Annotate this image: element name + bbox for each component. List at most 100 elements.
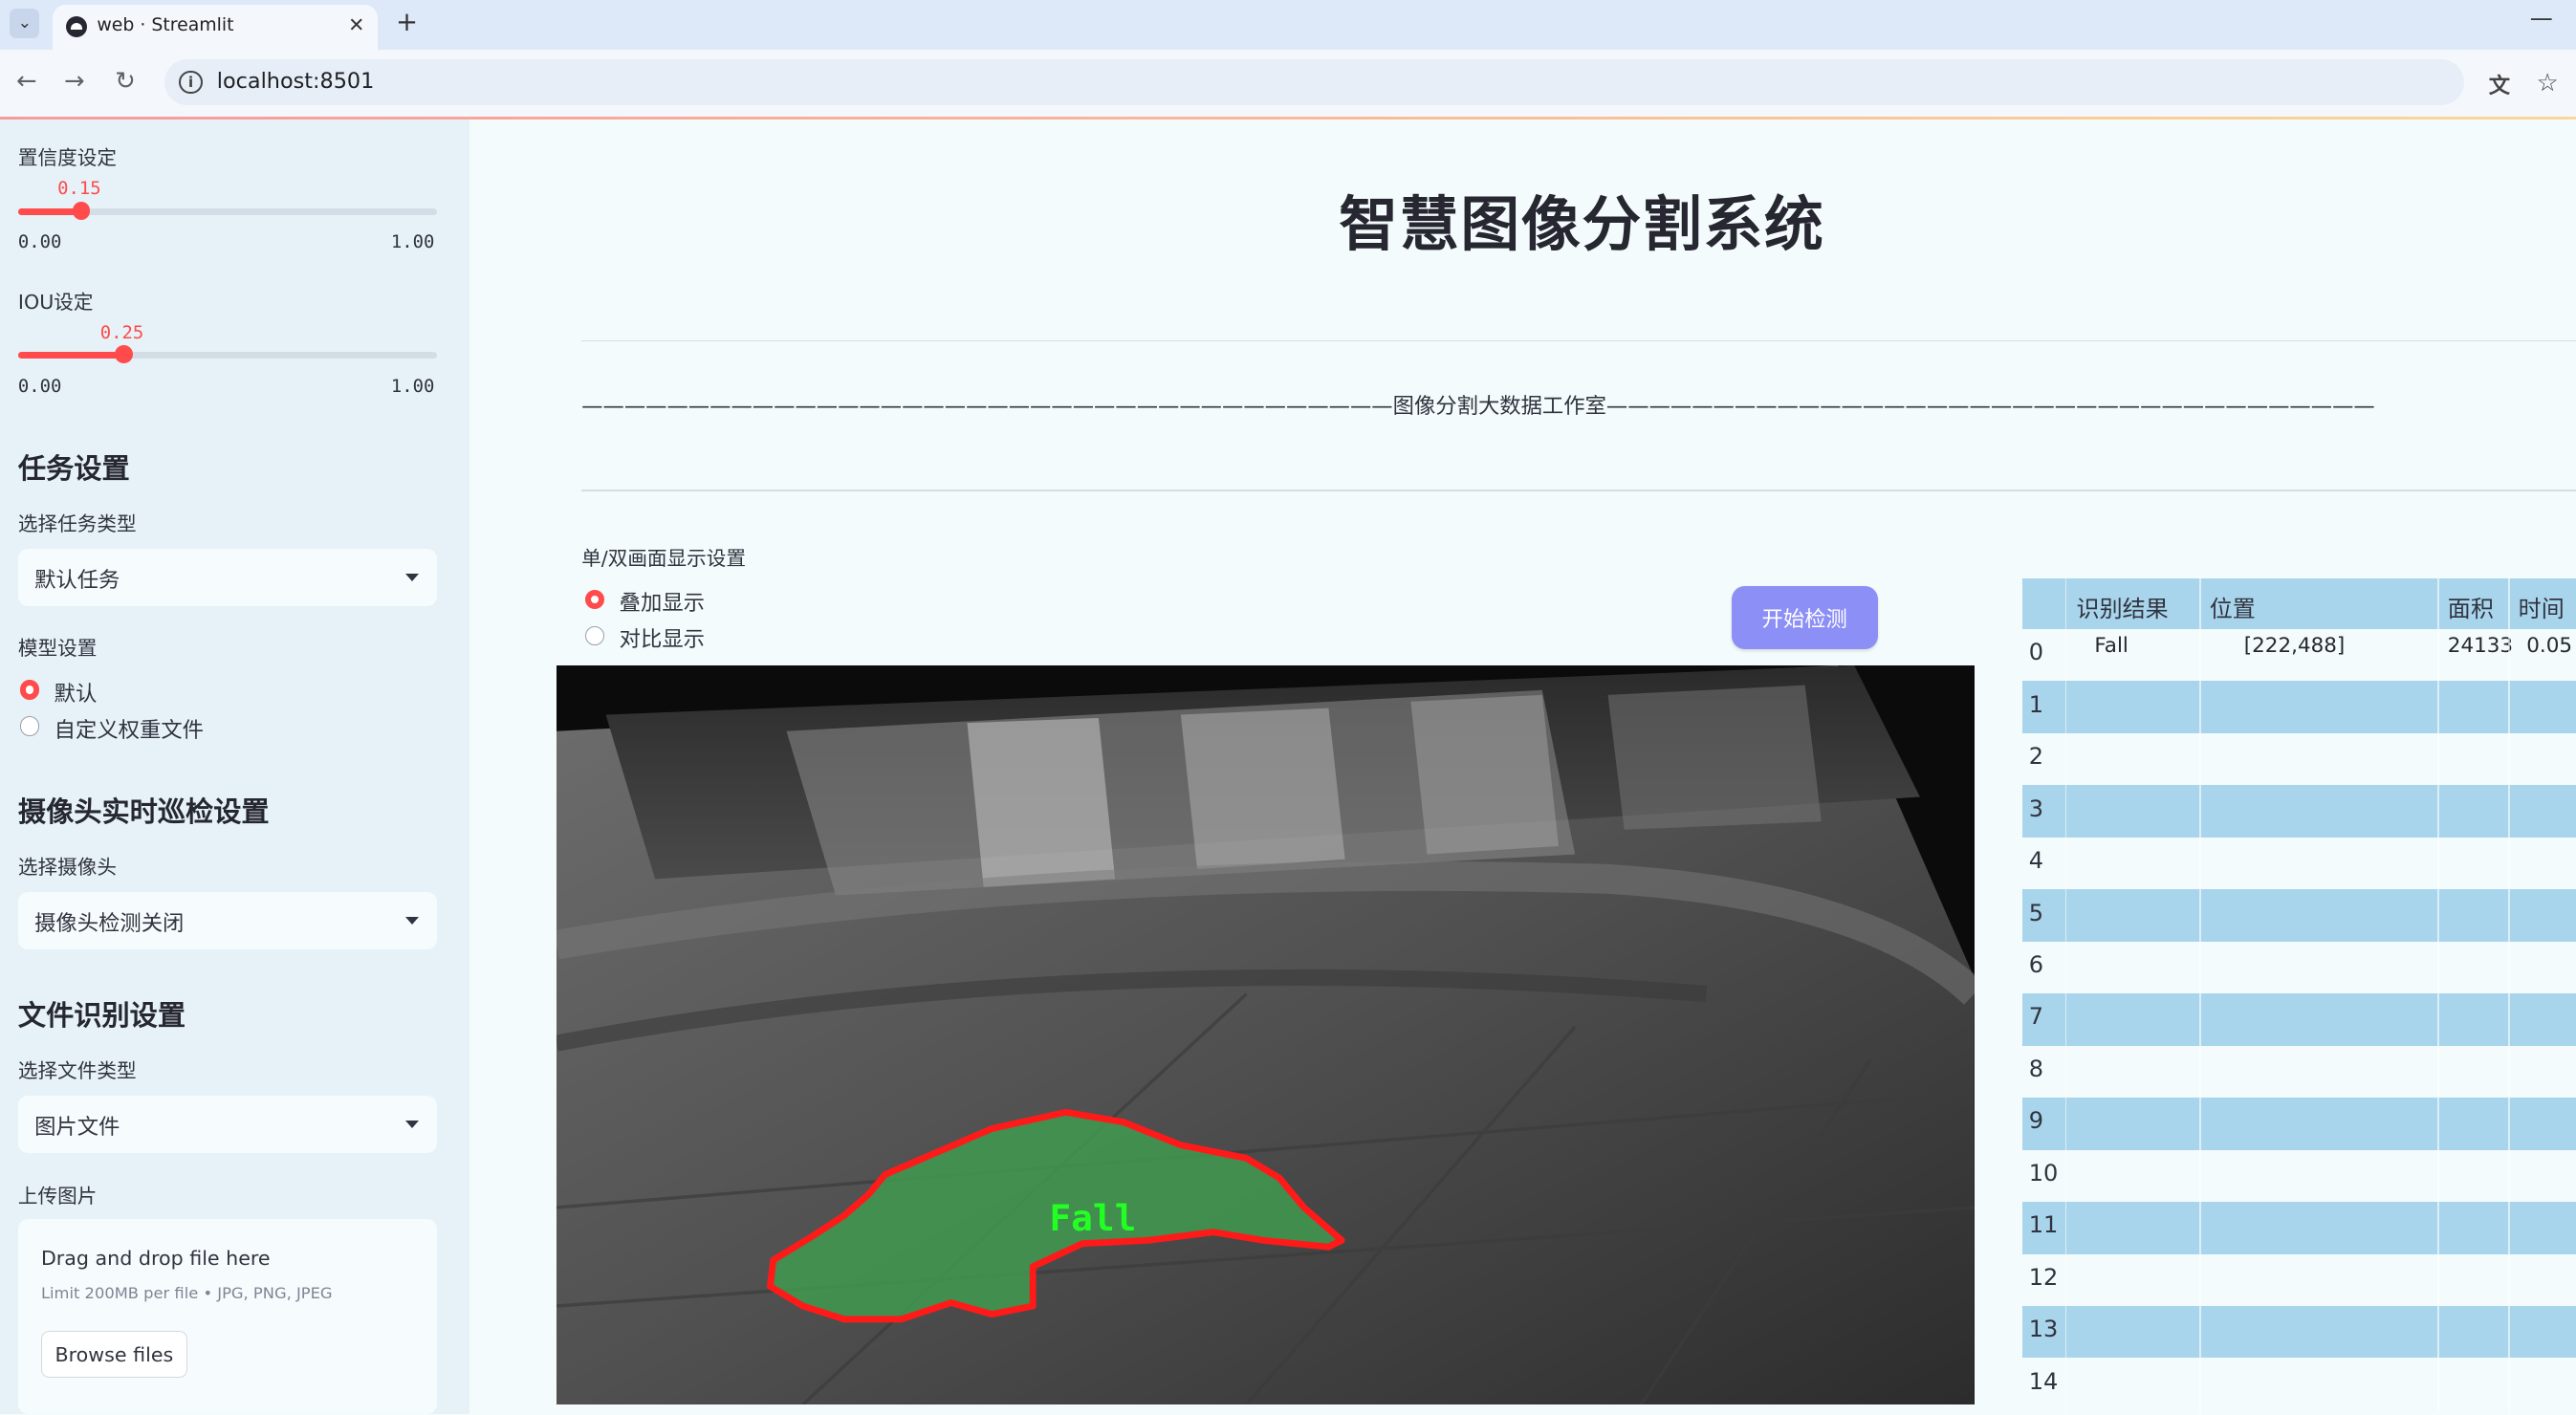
radio-unselected-icon[interactable]: [19, 716, 40, 736]
task-type-label: 选择任务类型: [17, 512, 137, 535]
file-type-select[interactable]: 图片文件: [17, 1095, 437, 1154]
table-row[interactable]: 3: [2021, 785, 2576, 838]
column-header[interactable]: 识别结果: [2077, 590, 2169, 623]
table-row[interactable]: 11: [2021, 1202, 2576, 1254]
new-tab-plus-icon[interactable]: +: [396, 7, 418, 37]
chevron-down-icon: [405, 573, 420, 581]
browser-toolbar: ← → ↻ i localhost:8501 文 ☆: [0, 49, 2576, 119]
file-type-label: 选择文件类型: [17, 1058, 137, 1082]
iou-slider[interactable]: [17, 344, 437, 363]
row-index: 13: [2028, 1316, 2059, 1343]
iou-slider-thumb[interactable]: [115, 344, 134, 363]
table-row[interactable]: 12: [2021, 1253, 2576, 1307]
row-index: 1: [2028, 690, 2044, 718]
translate-icon[interactable]: 文: [2489, 69, 2510, 99]
start-detection-button[interactable]: 开始检测: [1731, 586, 1878, 649]
camera-select[interactable]: 摄像头检测关闭: [17, 891, 437, 949]
chevron-down-icon: [405, 1120, 420, 1128]
segmentation-overlay-image: Fall: [557, 664, 1976, 1404]
confidence-max: 1.00: [390, 231, 435, 253]
bookmark-star-icon[interactable]: ☆: [2537, 69, 2559, 98]
table-header: 识别结果 位置 面积 时间: [2021, 577, 2576, 629]
column-divider: [2437, 577, 2440, 1415]
table-row[interactable]: 2: [2021, 732, 2576, 786]
browser-tab-bar: ⌄ web · Streamlit ✕ + —: [0, 0, 2576, 50]
confidence-slider-fill: [17, 208, 81, 216]
table-row[interactable]: 13: [2021, 1305, 2576, 1359]
browse-files-button[interactable]: Browse files: [40, 1330, 187, 1379]
browse-files-label: Browse files: [55, 1342, 174, 1366]
camera-section-heading: 摄像头实时巡检设置: [17, 795, 270, 829]
row-index: 12: [2028, 1263, 2059, 1291]
row-index: 9: [2028, 1107, 2044, 1135]
address-bar[interactable]: i localhost:8501: [164, 58, 2464, 105]
cell-time: 0.05: [2526, 634, 2573, 659]
confidence-slider[interactable]: [17, 202, 437, 221]
confidence-slider-thumb[interactable]: [72, 202, 91, 221]
camera-value: 摄像头检测关闭: [34, 911, 185, 937]
column-header[interactable]: 面积: [2448, 590, 2494, 623]
display-option-label: 对比显示: [619, 627, 705, 653]
row-index: 4: [2028, 847, 2044, 875]
confidence-value: 0.15: [57, 177, 101, 199]
divider: [581, 489, 2576, 491]
divider: [581, 339, 2576, 342]
row-index: 3: [2028, 795, 2044, 822]
radio-selected-icon[interactable]: [584, 589, 605, 610]
row-index: 14: [2028, 1367, 2059, 1395]
radio-unselected-icon[interactable]: [584, 625, 605, 646]
row-index: 8: [2028, 1055, 2044, 1082]
table-row[interactable]: 9: [2021, 1098, 2576, 1151]
task-type-select[interactable]: 默认任务: [17, 548, 437, 606]
streamlit-favicon-icon: [65, 16, 88, 38]
row-index: 10: [2028, 1159, 2059, 1186]
table-row[interactable]: 5: [2021, 889, 2576, 943]
url-text[interactable]: localhost:8501: [217, 69, 375, 94]
radio-selected-icon[interactable]: [19, 680, 40, 700]
page-subtitle: ——————————————————————————————————————图像…: [581, 394, 2376, 420]
iou-min: 0.00: [17, 376, 62, 398]
tab-title: web · Streamlit: [97, 14, 234, 36]
detection-class-label: Fall: [1050, 1197, 1137, 1239]
row-index: 2: [2028, 743, 2044, 771]
table-row[interactable]: 8: [2021, 1045, 2576, 1099]
model-option-label: 自定义权重文件: [54, 717, 204, 743]
table-row[interactable]: 7: [2021, 993, 2576, 1047]
cell-result: Fall: [2094, 634, 2128, 659]
task-type-value: 默认任务: [34, 568, 120, 594]
reload-icon[interactable]: ↻: [115, 67, 136, 96]
column-header[interactable]: 位置: [2210, 590, 2256, 623]
column-header[interactable]: 时间: [2519, 590, 2565, 623]
display-mode-label: 单/双画面显示设置: [581, 546, 746, 570]
confidence-min: 0.00: [17, 231, 62, 253]
column-divider: [2199, 577, 2202, 1415]
site-info-icon[interactable]: i: [179, 70, 203, 95]
window-minimize-icon[interactable]: —: [2530, 5, 2553, 32]
tab-list-chevron-icon[interactable]: ⌄: [10, 8, 40, 38]
row-index: 6: [2028, 951, 2044, 979]
cell-position: [222,488]: [2243, 634, 2346, 659]
results-table[interactable]: 识别结果 位置 面积 时间 0 Fall [222,488] 24133 0.05 1 2 3…: [2021, 577, 2576, 1415]
model-option-label: 默认: [54, 681, 98, 707]
model-label: 模型设置: [17, 637, 98, 661]
tab-close-icon[interactable]: ✕: [348, 13, 364, 36]
column-divider: [2064, 577, 2067, 1415]
row-index: 0: [2028, 639, 2044, 666]
table-row[interactable]: 4: [2021, 837, 2576, 890]
iou-value: 0.25: [99, 321, 144, 343]
iou-slider-fill: [17, 351, 123, 359]
dropzone-limit: Limit 200MB per file • JPG, PNG, JPEG: [40, 1284, 333, 1303]
table-row[interactable]: 1: [2021, 681, 2576, 734]
table-row[interactable]: 0 Fall [222,488] 24133 0.05: [2021, 628, 2576, 682]
table-row[interactable]: 14: [2021, 1358, 2576, 1411]
page-title: 智慧图像分割系统: [1339, 189, 1825, 259]
browser-tab[interactable]: web · Streamlit ✕: [52, 5, 379, 50]
upload-label: 上传图片: [17, 1184, 98, 1208]
display-option-label: 叠加显示: [619, 591, 705, 617]
back-arrow-icon[interactable]: ←: [16, 67, 37, 96]
forward-arrow-icon[interactable]: →: [64, 67, 85, 96]
file-type-value: 图片文件: [34, 1115, 120, 1141]
table-row[interactable]: 6: [2021, 941, 2576, 994]
table-row[interactable]: 10: [2021, 1149, 2576, 1203]
file-dropzone[interactable]: Drag and drop file here Limit 200MB per …: [17, 1218, 437, 1415]
